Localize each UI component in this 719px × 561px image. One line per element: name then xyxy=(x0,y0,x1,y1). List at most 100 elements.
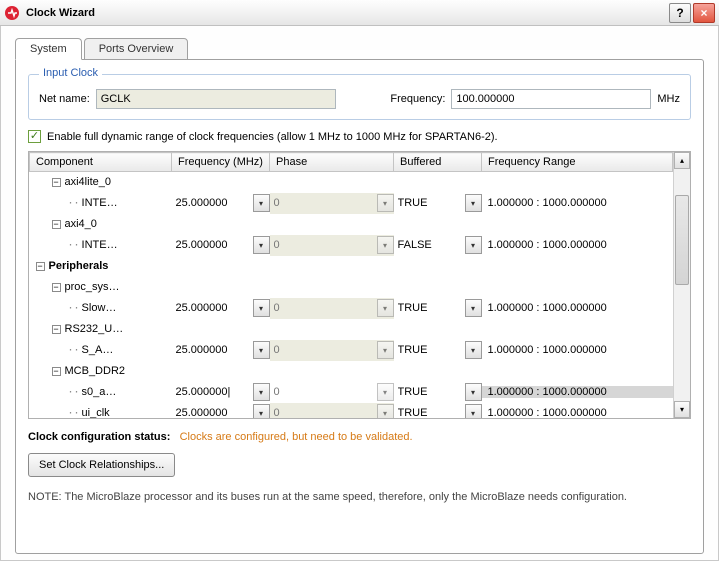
frequency-cell[interactable]: ▾ xyxy=(172,298,270,319)
tree-label: INTE… xyxy=(82,239,118,251)
tree-label: axi4lite_0 xyxy=(65,176,111,188)
buffered-cell-input[interactable] xyxy=(394,340,465,361)
table-row[interactable]: −Peripherals xyxy=(30,256,673,277)
buffered-cell[interactable]: ▾ xyxy=(394,298,482,319)
frequency-cell[interactable]: ▾ xyxy=(172,235,270,256)
tab-page-system: Input Clock Net name: Frequency: MHz ✓ E… xyxy=(15,59,704,554)
tree-expander-icon[interactable]: − xyxy=(52,178,61,187)
buffered-cell[interactable]: ▾ xyxy=(394,193,482,214)
help-button[interactable]: ? xyxy=(669,3,691,23)
chevron-down-icon[interactable]: ▾ xyxy=(253,299,270,317)
tree-label: RS232_U… xyxy=(65,323,124,335)
chevron-down-icon[interactable]: ▾ xyxy=(465,383,482,401)
col-frequency[interactable]: Frequency (MHz) xyxy=(172,153,270,172)
set-clock-relationships-button[interactable]: Set Clock Relationships... xyxy=(28,453,175,477)
tree-cell[interactable]: −Peripherals xyxy=(30,256,172,277)
tab-ports-overview[interactable]: Ports Overview xyxy=(84,38,189,60)
buffered-cell-input[interactable] xyxy=(394,298,465,319)
table-row[interactable]: ··INTE…▾▾▾1.000000 : 1000.000000 xyxy=(30,193,673,214)
scroll-thumb[interactable] xyxy=(675,195,689,285)
table-row[interactable]: −proc_sys… xyxy=(30,277,673,298)
tree-cell[interactable]: −RS232_U… xyxy=(30,319,172,340)
close-button[interactable]: × xyxy=(693,3,715,23)
phase-cell-input xyxy=(270,235,377,256)
chevron-down-icon[interactable]: ▾ xyxy=(465,404,482,418)
tree-leaf-icon: ·· xyxy=(68,303,80,314)
buffered-cell[interactable]: ▾ xyxy=(394,382,482,403)
chevron-down-icon[interactable]: ▾ xyxy=(465,236,482,254)
tree-expander-icon[interactable]: − xyxy=(52,220,61,229)
tree-label: s0_a… xyxy=(82,386,117,398)
tree-cell[interactable]: ··s0_a… xyxy=(30,382,172,403)
phase-cell-input xyxy=(270,403,377,419)
tree-cell[interactable]: −MCB_DDR2 xyxy=(30,361,172,382)
chevron-down-icon[interactable]: ▾ xyxy=(253,383,270,401)
tab-system[interactable]: System xyxy=(15,38,82,60)
phase-cell-input xyxy=(270,382,377,403)
table-row[interactable]: −MCB_DDR2 xyxy=(30,361,673,382)
frequency-input[interactable] xyxy=(451,89,651,109)
tree-cell[interactable]: ··Slow… xyxy=(30,298,172,319)
phase-cell: ▾ xyxy=(270,340,394,361)
chevron-down-icon[interactable]: ▾ xyxy=(465,194,482,212)
tree-cell[interactable]: −axi4lite_0 xyxy=(30,172,172,193)
buffered-cell[interactable]: ▾ xyxy=(394,340,482,361)
tree-label: MCB_DDR2 xyxy=(65,365,126,377)
frequency-cell[interactable]: ▾ xyxy=(172,382,270,403)
frequency-cell-input[interactable] xyxy=(172,382,253,403)
chevron-down-icon[interactable]: ▾ xyxy=(253,236,270,254)
tree-expander-icon[interactable]: − xyxy=(52,283,61,292)
tree-expander-icon[interactable]: − xyxy=(52,367,61,376)
frequency-cell-input[interactable] xyxy=(172,193,253,214)
frequency-cell-input[interactable] xyxy=(172,403,253,419)
col-range[interactable]: Frequency Range xyxy=(482,153,673,172)
chevron-down-icon[interactable]: ▾ xyxy=(465,299,482,317)
frequency-range: 1.000000 : 1000.000000 xyxy=(482,302,673,314)
table-row[interactable]: ··S_A…▾▾▾1.000000 : 1000.000000 xyxy=(30,340,673,361)
tree-cell[interactable]: ··S_A… xyxy=(30,340,172,361)
buffered-cell[interactable]: ▾ xyxy=(394,235,482,256)
enable-dynamic-range-checkbox[interactable]: ✓ xyxy=(28,130,41,143)
table-row[interactable]: ··ui_clk▾▾▾1.000000 : 1000.000000 xyxy=(30,403,673,419)
buffered-cell-input[interactable] xyxy=(394,382,465,403)
buffered-cell-input[interactable] xyxy=(394,193,465,214)
tree-expander-icon[interactable]: − xyxy=(52,325,61,334)
table-row[interactable]: ··s0_a…▾▾▾1.000000 : 1000.000000 xyxy=(30,382,673,403)
frequency-range: 1.000000 : 1000.000000 xyxy=(482,239,673,251)
titlebar: Clock Wizard ? × xyxy=(0,0,719,26)
col-buffered[interactable]: Buffered xyxy=(394,153,482,172)
chevron-down-icon[interactable]: ▾ xyxy=(253,341,270,359)
frequency-cell[interactable]: ▾ xyxy=(172,193,270,214)
col-phase[interactable]: Phase xyxy=(270,153,394,172)
frequency-cell[interactable]: ▾ xyxy=(172,403,270,419)
frequency-cell[interactable]: ▾ xyxy=(172,340,270,361)
tree-cell[interactable]: −proc_sys… xyxy=(30,277,172,298)
table-row[interactable]: −axi4lite_0 xyxy=(30,172,673,193)
tree-label: INTE… xyxy=(82,197,118,209)
tree-cell[interactable]: −axi4_0 xyxy=(30,214,172,235)
scroll-down-icon[interactable]: ▾ xyxy=(674,401,690,418)
frequency-cell-input[interactable] xyxy=(172,340,253,361)
table-row[interactable]: −RS232_U… xyxy=(30,319,673,340)
chevron-down-icon[interactable]: ▾ xyxy=(253,404,270,418)
tree-cell[interactable]: ··ui_clk xyxy=(30,403,172,419)
tree-cell[interactable]: ··INTE… xyxy=(30,235,172,256)
chevron-down-icon[interactable]: ▾ xyxy=(253,194,270,212)
scroll-up-icon[interactable]: ▴ xyxy=(674,152,690,169)
table-row[interactable]: ··INTE…▾▾▾1.000000 : 1000.000000 xyxy=(30,235,673,256)
frequency-cell-input[interactable] xyxy=(172,235,253,256)
chevron-down-icon[interactable]: ▾ xyxy=(465,341,482,359)
chevron-down-icon: ▾ xyxy=(377,299,394,317)
scrollbar[interactable]: ▴ ▾ xyxy=(673,152,690,418)
buffered-cell[interactable]: ▾ xyxy=(394,403,482,419)
col-component[interactable]: Component xyxy=(30,153,172,172)
tree-expander-icon[interactable]: − xyxy=(36,262,45,271)
table-row[interactable]: ··Slow…▾▾▾1.000000 : 1000.000000 xyxy=(30,298,673,319)
buffered-cell-input[interactable] xyxy=(394,403,465,419)
frequency-cell-input[interactable] xyxy=(172,298,253,319)
scroll-track[interactable] xyxy=(674,169,690,401)
netname-input[interactable] xyxy=(96,89,336,109)
tree-cell[interactable]: ··INTE… xyxy=(30,193,172,214)
table-row[interactable]: −axi4_0 xyxy=(30,214,673,235)
buffered-cell-input[interactable] xyxy=(394,235,465,256)
